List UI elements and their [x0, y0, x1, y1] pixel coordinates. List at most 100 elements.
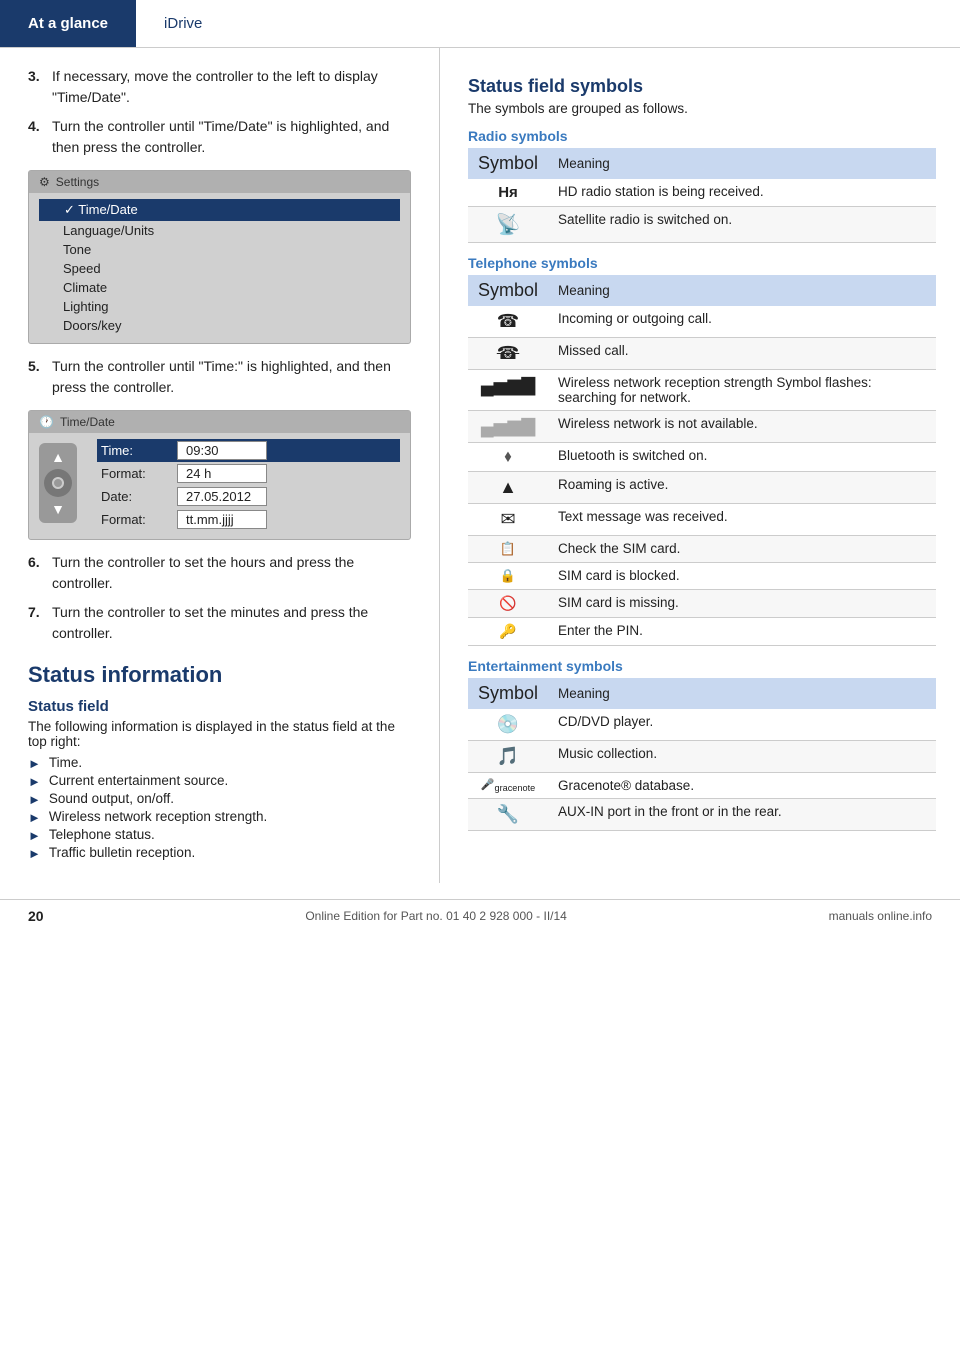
entertainment-symbols-heading: Entertainment symbols [468, 658, 936, 674]
table-row: 📡 Satellite radio is switched on. [468, 207, 936, 243]
table-row: 🎤gracenote Gracenote® database. [468, 773, 936, 799]
table-row: 🔧 AUX-IN port in the front or in the rea… [468, 799, 936, 831]
left-column: 3. If necessary, move the controller to … [0, 48, 440, 883]
list-item-sound-label: Sound output, on/off. [49, 791, 174, 806]
step-4: 4. Turn the controller until "Time/Date"… [28, 116, 411, 158]
step-7: 7. Turn the controller to set the minute… [28, 602, 411, 644]
footer-brand: manuals online.info [829, 909, 932, 923]
step-3-text: If necessary, move the controller to the… [52, 66, 411, 108]
step-3-num: 3. [28, 66, 46, 108]
satellite-radio-symbol: 📡 [468, 207, 548, 243]
footer-copyright: Online Edition for Part no. 01 40 2 928 … [305, 909, 567, 923]
list-item-sound: ► Sound output, on/off. [28, 791, 411, 807]
cd-dvd-meaning: CD/DVD player. [548, 709, 936, 741]
tab-idrive[interactable]: iDrive [136, 0, 230, 47]
controller-nav: ▲ ▼ [39, 443, 81, 531]
sim-blocked-symbol: 🔒 [468, 563, 548, 590]
table-row: ▄▅▆▇ Wireless network reception strength… [468, 370, 936, 411]
bullet-arrow-3: ► [28, 792, 41, 807]
missed-call-symbol: ☎ [468, 338, 548, 370]
list-item-entertainment: ► Current entertainment source. [28, 773, 411, 789]
bluetooth-symbol: ⬧ [468, 443, 548, 472]
menu-item-tone: Tone [39, 240, 400, 259]
form-label-format2: Format: [101, 512, 171, 527]
radio-table-symbol-header: Symbol [468, 148, 548, 179]
time-date-label: Time/Date [60, 415, 115, 429]
sim-blocked-meaning: SIM card is blocked. [548, 563, 936, 590]
menu-item-time-date: ✓ Time/Date [39, 199, 400, 221]
form-label-date: Date: [101, 489, 171, 504]
missed-call-meaning: Missed call. [548, 338, 936, 370]
gracenote-meaning: Gracenote® database. [548, 773, 936, 799]
step-5-num: 5. [28, 356, 46, 398]
list-item-telephone: ► Telephone status. [28, 827, 411, 843]
phone-call-meaning: Incoming or outgoing call. [548, 306, 936, 338]
form-row-time: Time: 09:30 [97, 439, 400, 462]
text-message-meaning: Text message was received. [548, 504, 936, 536]
table-row: 🚫 SIM card is missing. [468, 590, 936, 618]
step-5: 5. Turn the controller until "Time:" is … [28, 356, 411, 398]
menu-item-language: Language/Units [39, 221, 400, 240]
list-item-time-label: Time. [49, 755, 82, 770]
status-information-heading: Status information [28, 662, 411, 688]
form-value-date: 27.05.2012 [177, 487, 267, 506]
table-row: 🎵 Music collection. [468, 741, 936, 773]
step-7-num: 7. [28, 602, 46, 644]
sim-missing-symbol: 🚫 [468, 590, 548, 618]
menu-item-doors: Doors/key [39, 316, 400, 335]
screenshot-time-date: 🕐 Time/Date ▲ ▼ Time: 09:30 [28, 410, 411, 540]
table-row: ✉ Text message was received. [468, 504, 936, 536]
header: At a glance iDrive [0, 0, 960, 48]
right-column: Status field symbols The symbols are gro… [440, 48, 960, 883]
bluetooth-meaning: Bluetooth is switched on. [548, 443, 936, 472]
footer: 20 Online Edition for Part no. 01 40 2 9… [0, 899, 960, 932]
table-row: 🔒 SIM card is blocked. [468, 563, 936, 590]
text-message-symbol: ✉ [468, 504, 548, 536]
check-sim-meaning: Check the SIM card. [548, 536, 936, 563]
signal-strength-meaning: Wireless network reception strength Symb… [548, 370, 936, 411]
roaming-symbol: ▲ [468, 472, 548, 504]
step-4-num: 4. [28, 116, 46, 158]
table-row: 💿 CD/DVD player. [468, 709, 936, 741]
table-row: ▲ Roaming is active. [468, 472, 936, 504]
list-item-entertainment-label: Current entertainment source. [49, 773, 228, 788]
status-field-intro: The following information is displayed i… [28, 719, 411, 749]
table-row: ⬧ Bluetooth is switched on. [468, 443, 936, 472]
form-row-date: Date: 27.05.2012 [97, 485, 400, 508]
list-item-traffic: ► Traffic bulletin reception. [28, 845, 411, 861]
step-7-text: Turn the controller to set the minutes a… [52, 602, 411, 644]
ent-table-meaning-header: Meaning [548, 678, 936, 709]
bullet-arrow-2: ► [28, 774, 41, 789]
step-4-text: Turn the controller until "Time/Date" is… [52, 116, 411, 158]
step-6-text: Turn the controller to set the hours and… [52, 552, 411, 594]
tel-table-meaning-header: Meaning [548, 275, 936, 306]
settings-label: Settings [56, 175, 99, 189]
table-row: 📋 Check the SIM card. [468, 536, 936, 563]
signal-strength-symbol: ▄▅▆▇ [468, 370, 548, 411]
menu-item-climate: Climate [39, 278, 400, 297]
list-item-wireless: ► Wireless network reception strength. [28, 809, 411, 825]
step-3: 3. If necessary, move the controller to … [28, 66, 411, 108]
settings-gear-icon: ⚙ [39, 175, 50, 189]
bullet-arrow-5: ► [28, 828, 41, 843]
table-row: ▄▅▆▇ Wireless network is not available. [468, 411, 936, 443]
enter-pin-symbol: 🔑 [468, 618, 548, 646]
table-row: 🔑 Enter the PIN. [468, 618, 936, 646]
aux-in-symbol: 🔧 [468, 799, 548, 831]
tab-at-a-glance[interactable]: At a glance [0, 0, 136, 47]
step-6: 6. Turn the controller to set the hours … [28, 552, 411, 594]
step-5-text: Turn the controller until "Time:" is hig… [52, 356, 411, 398]
bullet-arrow-6: ► [28, 846, 41, 861]
radio-symbols-table: Symbol Meaning Hᴙ HD radio station is be… [468, 148, 936, 243]
ent-table-symbol-header: Symbol [468, 678, 548, 709]
screenshot-time-date-title: 🕐 Time/Date [29, 411, 410, 433]
form-value-format1: 24 h [177, 464, 267, 483]
list-item-telephone-label: Telephone status. [49, 827, 155, 842]
time-date-icon: 🕐 [39, 415, 54, 429]
tel-table-symbol-header: Symbol [468, 275, 548, 306]
form-row-format2: Format: tt.mm.jjjj [97, 508, 400, 531]
telephone-symbols-table: Symbol Meaning ☎ Incoming or outgoing ca… [468, 275, 936, 646]
music-collection-symbol: 🎵 [468, 741, 548, 773]
hd-radio-meaning: HD radio station is being received. [548, 179, 936, 207]
no-network-meaning: Wireless network is not available. [548, 411, 936, 443]
